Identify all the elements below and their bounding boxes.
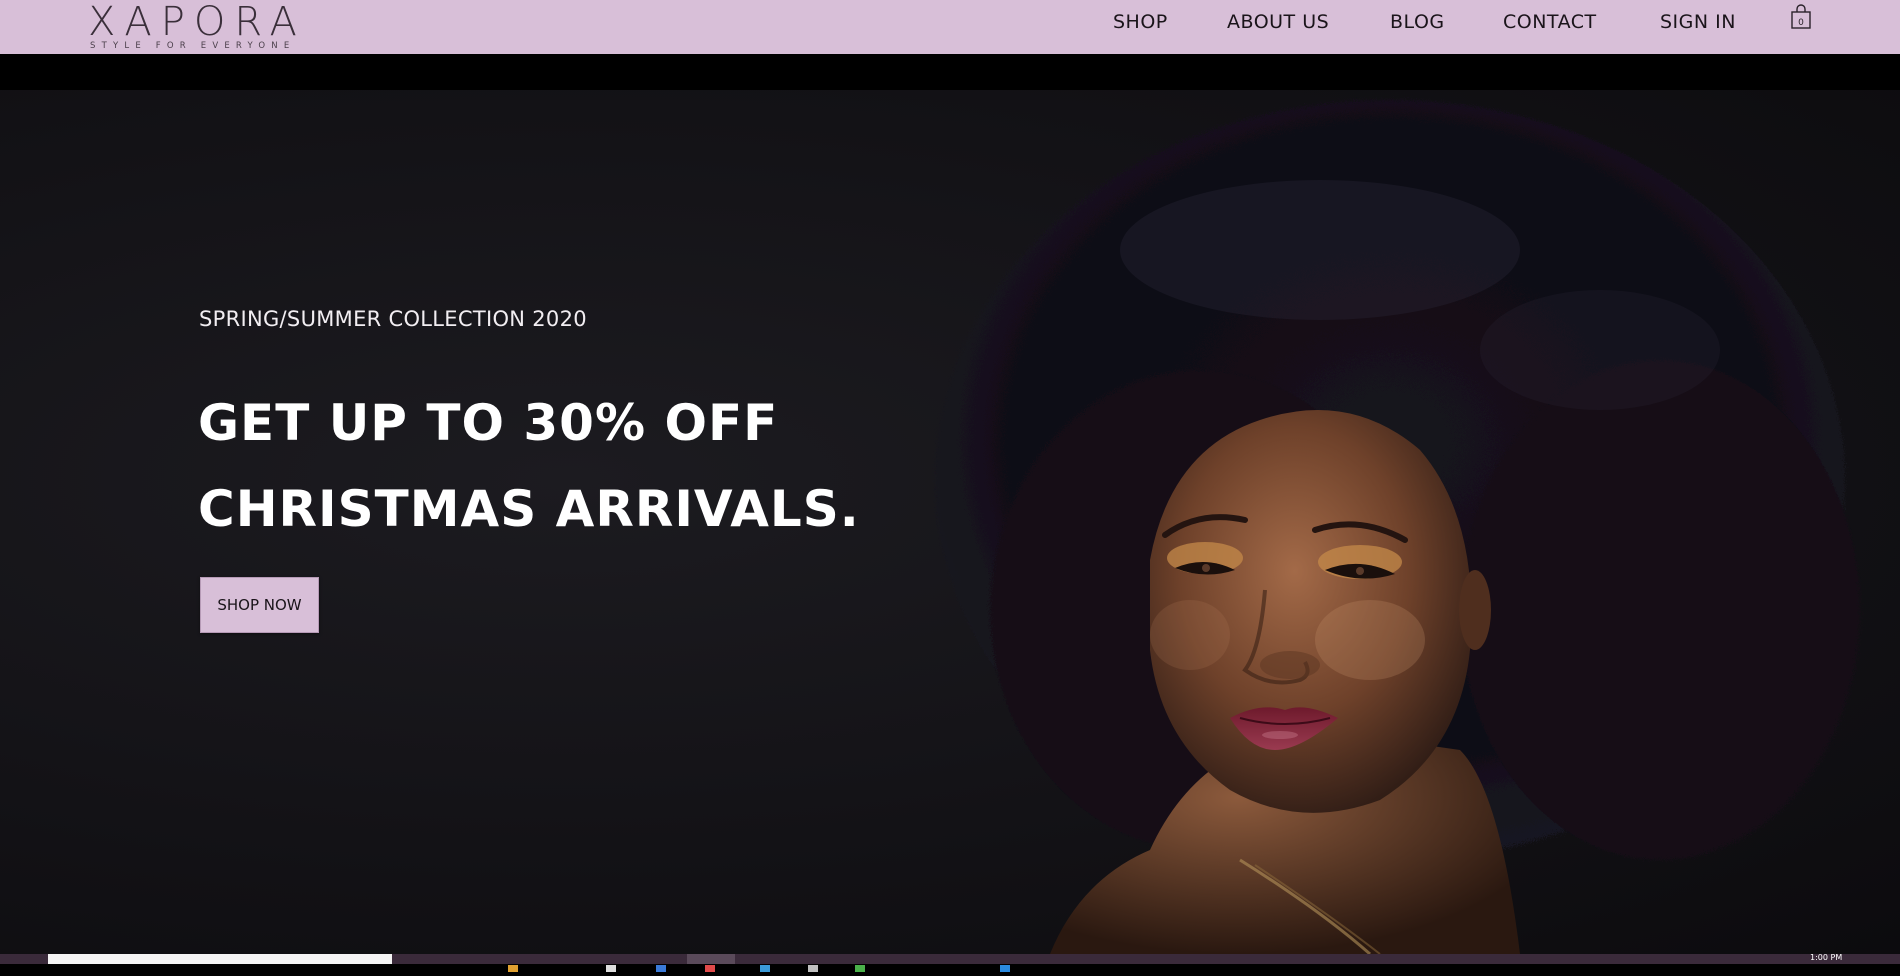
taskbar-app-icon[interactable] bbox=[508, 957, 518, 972]
taskbar-app-icon[interactable] bbox=[705, 957, 715, 972]
nav-link-about-us[interactable]: ABOUT US bbox=[1227, 10, 1329, 34]
taskbar-app-icon[interactable] bbox=[808, 957, 818, 972]
top-navbar: XAPORA STYLE FOR EVERYONE SHOP ABOUT US … bbox=[0, 0, 1900, 54]
taskbar-app-icon[interactable] bbox=[606, 957, 616, 972]
nav-link-contact[interactable]: CONTACT bbox=[1503, 10, 1597, 34]
main-nav: SHOP ABOUT US BLOG CONTACT SIGN IN bbox=[0, 0, 1900, 54]
hero-headline-line-1: GET UP TO 30% OFF bbox=[198, 394, 779, 452]
shop-now-button[interactable]: SHOP NOW bbox=[200, 577, 319, 633]
nav-link-shop[interactable]: SHOP bbox=[1113, 10, 1168, 34]
taskbar-app-icon[interactable] bbox=[656, 957, 666, 972]
taskbar-app-icon[interactable] bbox=[855, 957, 865, 972]
hero-model-photo bbox=[935, 100, 1860, 954]
hero-section: SPRING/SUMMER COLLECTION 2020 GET UP TO … bbox=[0, 90, 1900, 954]
hero-headline-line-2: CHRISTMAS ARRIVALS. bbox=[198, 480, 860, 538]
taskbar-app-icon[interactable] bbox=[1000, 957, 1010, 972]
cart-count: 0 bbox=[1798, 18, 1804, 28]
nav-link-sign-in[interactable]: SIGN IN bbox=[1660, 10, 1736, 34]
taskbar-app-icon[interactable] bbox=[760, 957, 770, 972]
taskbar-search-box[interactable] bbox=[48, 954, 392, 964]
taskbar-clock[interactable]: 1:00 PM bbox=[1810, 954, 1842, 962]
cart-button[interactable]: 0 bbox=[1790, 4, 1812, 30]
hero-eyebrow-text: SPRING/SUMMER COLLECTION 2020 bbox=[199, 307, 587, 331]
nav-link-blog[interactable]: BLOG bbox=[1390, 10, 1445, 34]
os-taskbar: 1:00 PM bbox=[0, 954, 1900, 972]
hero-headline: GET UP TO 30% OFF CHRISTMAS ARRIVALS. bbox=[198, 380, 860, 552]
nav-shadow-band bbox=[0, 54, 1900, 90]
shopping-bag-icon: 0 bbox=[1791, 4, 1811, 29]
